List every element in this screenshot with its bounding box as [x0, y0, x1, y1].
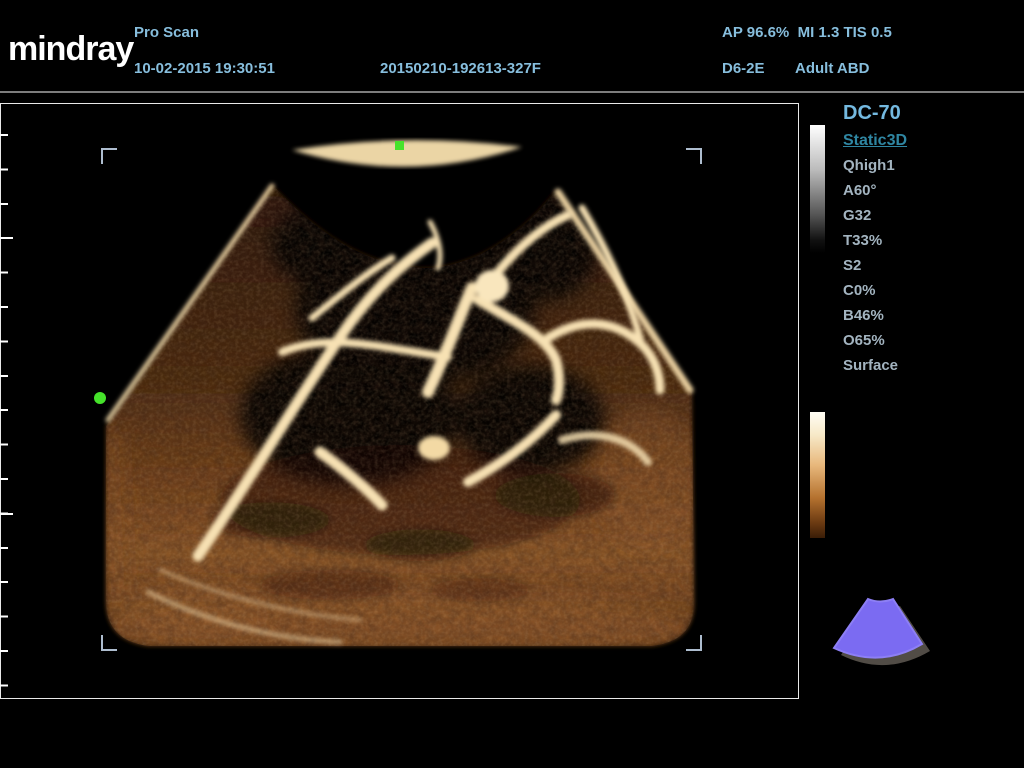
param-gain: G32	[843, 207, 871, 224]
exam-preset: Adult ABD	[795, 60, 869, 77]
param-quality: Qhigh1	[843, 157, 895, 174]
param-contrast: C0%	[843, 282, 876, 299]
param-render-mode: Surface	[843, 357, 898, 374]
param-threshold: T33%	[843, 232, 882, 249]
roi-bracket-bottom-right	[686, 635, 702, 651]
param-brightness: B46%	[843, 307, 884, 324]
machine-model-label: DC-70	[843, 102, 901, 125]
param-opacity: O65%	[843, 332, 885, 349]
probe-model: D6-2E	[722, 60, 765, 77]
param-angle: A60°	[843, 182, 877, 199]
orientation-marker-square	[395, 141, 404, 150]
app-name: Pro Scan	[134, 24, 199, 41]
acoustic-output-readout: AP 96.6% MI 1.3 TIS 0.5	[722, 24, 892, 41]
grayscale-colorbar	[810, 125, 825, 253]
roi-bracket-bottom-left	[101, 635, 117, 651]
orientation-marker-dot	[94, 392, 106, 404]
roi-bracket-top-left	[101, 148, 117, 164]
depth-ruler	[0, 134, 8, 690]
sepia-render-colorbar	[810, 412, 825, 538]
depth-ruler-major-tick	[0, 513, 13, 515]
datetime: 10-02-2015 19:30:51	[134, 60, 275, 77]
depth-ruler-major-tick	[0, 237, 13, 239]
roi-bracket-top-right	[686, 148, 702, 164]
ultrasound-screen: mindray Pro Scan 10-02-2015 19:30:51 201…	[0, 0, 1024, 768]
param-smooth: S2	[843, 257, 861, 274]
probe-sector-icon	[820, 585, 950, 685]
mode-link-static3d[interactable]: Static3D	[843, 132, 907, 150]
exam-id: 20150210-192613-327F	[380, 60, 541, 77]
mindray-logo: mindray	[8, 30, 133, 69]
header-separator	[0, 91, 1024, 93]
image-area-frame[interactable]	[0, 103, 799, 699]
